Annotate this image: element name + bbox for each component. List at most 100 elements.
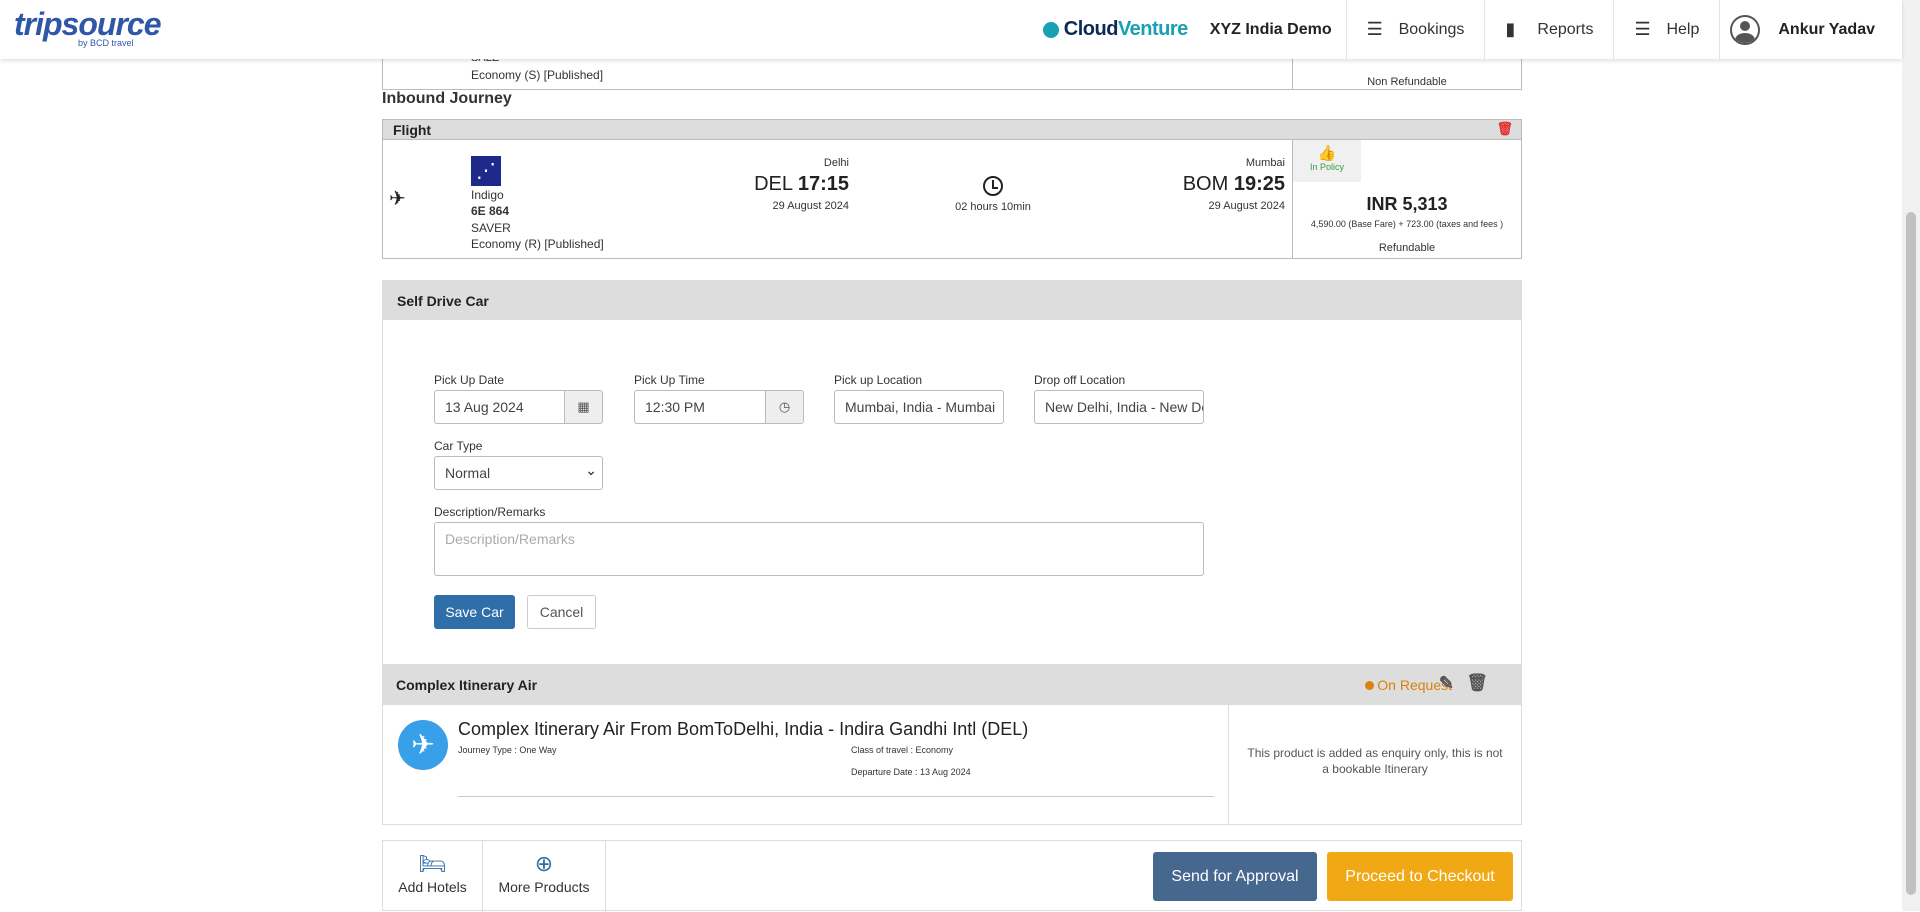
nav-help-label: Help	[1666, 20, 1700, 38]
price-breakdown: 4,590.00 (Base Fare) + 723.00 (taxes and…	[1310, 219, 1504, 229]
scrollbar-thumb[interactable]	[1906, 212, 1916, 895]
car-type-label: Car Type	[434, 439, 483, 453]
flight-number: 6E 864	[471, 204, 510, 218]
company-name: XYZ India Demo	[1209, 20, 1332, 38]
cloudventure-logo: Cloud Venture	[1042, 18, 1188, 41]
nav-help[interactable]: ☰ Help	[1613, 0, 1719, 59]
enquiry-note: This product is added as enquiry only, t…	[1228, 705, 1521, 824]
arrival-date: 29 August 2024	[1208, 200, 1285, 212]
arrival-time-value: 19:25	[1233, 173, 1285, 195]
add-hotels-label: Add Hotels	[398, 879, 467, 895]
header-nav: Cloud Venture XYZ India Demo ☰ Bookings ▮…	[1042, 0, 1902, 59]
remarks-label: Description/Remarks	[434, 505, 546, 519]
clock-icon	[983, 176, 1003, 196]
flight-section-header: Flight 🗑	[382, 119, 1522, 140]
nav-bookings-label: Bookings	[1398, 20, 1465, 38]
complex-itinerary-card: ✈ Complex Itinerary Air From BomToDelhi,…	[382, 705, 1522, 825]
airplane-icon: ✈	[398, 720, 448, 770]
save-car-button[interactable]: Save Car	[434, 595, 515, 629]
pickup-date-field: Pick Up Date 13 Aug 2024 ▦	[434, 373, 603, 424]
departure-date: 29 August 2024	[772, 200, 849, 212]
logo-subtext: by BCD travel	[78, 38, 134, 48]
plus-circle-icon: ⊕	[534, 851, 554, 876]
complex-itinerary-route: Complex Itinerary Air From BomToDelhi, I…	[458, 719, 1029, 739]
dropoff-location-value: New Delhi, India - New Delhi	[1045, 399, 1203, 415]
pencil-icon[interactable]: ✎	[1439, 673, 1454, 694]
more-products-button[interactable]: ⊕ More Products	[483, 841, 606, 912]
avatar-icon	[1730, 14, 1761, 45]
journey-type: Journey Type : One Way	[458, 745, 557, 755]
arrival-city: Mumbai	[1245, 157, 1285, 169]
airline-name: Indigo	[471, 188, 504, 202]
total-price: INR 5,313	[1366, 194, 1448, 214]
remarks-placeholder: Description/Remarks	[445, 531, 575, 547]
more-products-label: More Products	[498, 879, 590, 895]
self-drive-car-header: Self Drive Car	[382, 280, 1522, 320]
inbound-flight-card: ✈ ⋰ Indigo 6E 864 SAVER Economy (R) [Pub…	[382, 140, 1522, 259]
thumbs-up-icon: 👍	[1317, 145, 1337, 162]
brand-part-a: Cloud	[1063, 18, 1119, 40]
clock-icon[interactable]: ◷	[765, 391, 803, 423]
outbound-refund-status: Non Refundable	[1367, 76, 1447, 88]
divider	[458, 796, 1214, 797]
dropoff-location-input[interactable]: New Delhi, India - New Delhi	[1034, 390, 1204, 424]
pickup-location-label: Pick up Location	[834, 373, 923, 387]
trash-icon[interactable]: 🗑	[1496, 121, 1513, 137]
flight-duration: 02 hours 10min	[955, 201, 1031, 213]
policy-label: In Policy	[1309, 162, 1344, 172]
page-scrollbar[interactable]	[1902, 0, 1920, 911]
indigo-logo: ⋰	[471, 156, 501, 186]
fare-name: SAVER	[471, 221, 511, 235]
pickup-date-label: Pick Up Date	[434, 373, 505, 387]
price-panel: 👍 In Policy INR 5,313 4,590.00 (Base Far…	[1292, 140, 1521, 259]
arrival-block: Mumbai BOM 19:25 29 August 2024	[1149, 157, 1285, 212]
remarks-textarea[interactable]: Description/Remarks	[434, 522, 1204, 576]
dropoff-location-field: Drop off Location New Delhi, India - New…	[1034, 373, 1204, 424]
trash-icon[interactable]: 🗑	[1466, 673, 1488, 693]
user-menu[interactable]: Ankur Yadav	[1719, 0, 1902, 59]
top-navigation-bar: tripsource by BCD travel Cloud Venture XY…	[0, 0, 1902, 59]
flight-section-label: Flight	[393, 122, 432, 138]
self-drive-car-form: Pick Up Date 13 Aug 2024 ▦ Pick Up Time …	[382, 320, 1522, 665]
cabin-class: Economy (R) [Published]	[471, 237, 604, 251]
add-hotels-button[interactable]: 🛏 Add Hotels	[383, 841, 483, 912]
calendar-icon[interactable]: ▦	[564, 391, 602, 423]
car-type-select[interactable]: Normal	[434, 456, 603, 490]
menu-icon: ☰	[1634, 19, 1651, 39]
complex-itinerary-header: Complex Itinerary Air On Request ✎ 🗑	[382, 665, 1522, 705]
tripsource-logo[interactable]: tripsource by BCD travel	[14, 6, 161, 48]
cancel-button[interactable]: Cancel	[527, 595, 596, 629]
nav-reports[interactable]: ▮ Reports	[1484, 0, 1613, 59]
menu-icon: ☰	[1366, 19, 1383, 39]
cloud-icon	[1042, 21, 1059, 38]
action-footer: 🛏 Add Hotels ⊕ More Products Send for Ap…	[382, 840, 1522, 912]
bed-icon: 🛏	[418, 851, 447, 876]
departure-date: Departure Date : 13 Aug 2024	[851, 767, 971, 777]
duration-block: 02 hours 10min	[943, 176, 1043, 213]
pickup-time-label: Pick Up Time	[634, 373, 705, 387]
pickup-location-value: Mumbai, India - Mumbai	[845, 399, 996, 415]
bar-chart-icon: ▮	[1505, 19, 1516, 39]
policy-badge: 👍 In Policy	[1293, 140, 1361, 182]
nav-reports-label: Reports	[1537, 20, 1594, 38]
outbound-cabin: Economy (S) [Published]	[471, 68, 604, 82]
car-type-field: Car Type Normal	[434, 439, 603, 490]
brand-part-b: Venture	[1117, 18, 1188, 40]
pickup-location-field: Pick up Location Mumbai, India - Mumbai	[834, 373, 1004, 424]
nav-bookings[interactable]: ☰ Bookings	[1345, 0, 1485, 59]
pickup-time-input[interactable]: 12:30 PM ◷	[634, 390, 804, 424]
send-for-approval-button[interactable]: Send for Approval	[1153, 852, 1317, 901]
inbound-journey-heading: Inbound Journey	[382, 90, 512, 107]
departure-code: DEL	[754, 173, 793, 195]
car-type-value: Normal	[445, 465, 491, 481]
proceed-to-checkout-button[interactable]: Proceed to Checkout	[1327, 852, 1513, 901]
departure-block: Delhi DEL 17:15 29 August 2024	[713, 157, 849, 212]
user-name: Ankur Yadav	[1778, 20, 1875, 38]
departure-time: DEL 17:15	[713, 173, 849, 196]
logo-text: tripsource	[14, 6, 161, 42]
pickup-location-input[interactable]: Mumbai, India - Mumbai	[834, 390, 1004, 424]
arrival-time: BOM 19:25	[1149, 173, 1285, 196]
pickup-date-input[interactable]: 13 Aug 2024 ▦	[434, 390, 603, 424]
pickup-time-value: 12:30 PM	[645, 399, 705, 415]
pickup-date-value: 13 Aug 2024	[445, 399, 524, 415]
